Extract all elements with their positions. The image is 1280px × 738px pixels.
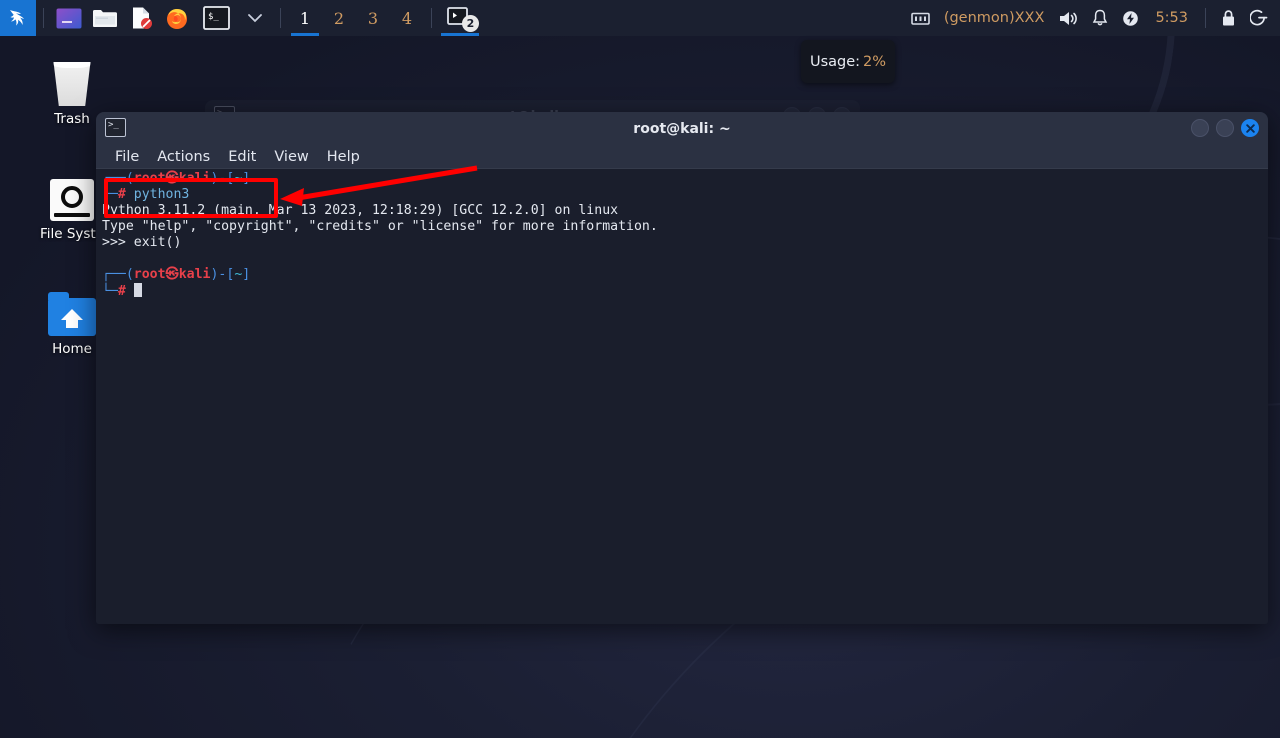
file-manager-icon [93,10,117,27]
genmon-label[interactable]: (genmon)XXX [938,0,1051,36]
close-icon [1245,123,1255,133]
menu-help[interactable]: Help [318,147,369,167]
terminal-output-focused[interactable]: ┌──(root㉿kali)-[~] └─# python3 Python 3.… [96,169,1268,624]
window-controls[interactable] [1191,119,1259,137]
window-title: root@kali: ~ [633,120,731,137]
kali-dragon-icon [10,10,24,26]
app-finder-icon [56,8,82,28]
bell-icon[interactable] [1086,0,1114,36]
usage-tooltip-value: 2% [863,53,887,70]
logout-icon[interactable] [1244,0,1274,36]
terminal-window-focused[interactable]: >_ root@kali: ~ File Actions Edit View H… [96,112,1268,624]
launcher-dropdown[interactable] [240,3,270,33]
top-panel[interactable]: $_ 1 2 3 4 2 (genmon)XXX 5:53 [0,0,1280,36]
close-button[interactable] [1241,119,1259,137]
window-group-terminal[interactable]: 2 [439,0,481,36]
network-icon[interactable] [905,0,936,36]
launcher-file-manager[interactable] [90,3,120,33]
power-bolt-icon[interactable] [1116,0,1145,36]
panel-separator [431,8,432,28]
lock-icon[interactable] [1215,0,1242,36]
speaker-icon[interactable] [1052,0,1084,36]
usage-tooltip-label: Usage: [809,53,861,70]
chevron-down-icon [248,14,262,23]
launcher-text-editor[interactable] [126,3,156,33]
terminal-icon: >_ [105,118,126,137]
workspace-4[interactable]: 4 [390,0,424,36]
usage-tooltip: Usage: 2% [801,40,895,83]
trash-icon [22,50,122,106]
maximize-button[interactable] [1216,119,1234,137]
window-count-badge: 2 [462,15,479,32]
workspace-2[interactable]: 2 [322,0,356,36]
system-tray[interactable]: (genmon)XXX 5:53 [905,0,1280,36]
menu-view[interactable]: View [265,147,317,167]
menu-file[interactable]: File [106,147,148,167]
launcher-firefox[interactable] [162,3,192,33]
workspace-3[interactable]: 3 [356,0,390,36]
panel-separator [43,8,44,28]
menu-actions[interactable]: Actions [148,147,219,167]
launcher-terminal[interactable]: $_ [198,3,234,33]
menu-edit[interactable]: Edit [219,147,265,167]
titlebar[interactable]: >_ root@kali: ~ [96,112,1268,145]
launcher-app-finder[interactable] [54,3,84,33]
panel-separator [1205,8,1206,28]
clock[interactable]: 5:53 [1147,10,1196,26]
text-editor-icon [133,7,152,29]
panel-separator [280,8,281,28]
menubar[interactable]: File Actions Edit View Help [96,145,1268,169]
firefox-icon [167,9,187,29]
svg-text:$_: $_ [208,12,219,22]
minimize-button[interactable] [1191,119,1209,137]
workspace-1[interactable]: 1 [288,0,322,36]
applications-menu-button[interactable] [0,0,36,36]
terminal-icon: $_ [202,6,230,30]
